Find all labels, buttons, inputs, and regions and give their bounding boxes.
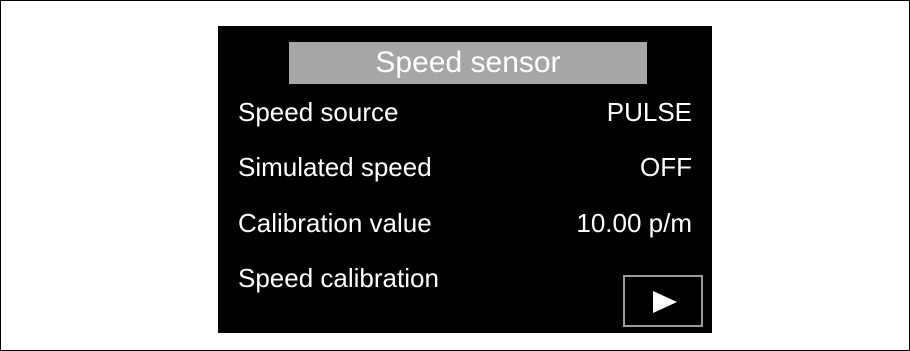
setting-row-speed-source[interactable]: Speed source PULSE <box>238 92 692 132</box>
setting-row-calibration-value[interactable]: Calibration value 10.00 p/m <box>238 203 692 243</box>
setting-label: Calibration value <box>238 208 432 238</box>
play-icon <box>653 291 677 313</box>
setting-label: Simulated speed <box>238 152 432 182</box>
setting-label: Speed source <box>238 97 399 127</box>
screen-title: Speed sensor <box>289 42 647 84</box>
setting-label: Speed calibration <box>238 263 439 293</box>
setting-value: PULSE <box>606 97 692 127</box>
setting-value: OFF <box>640 152 692 182</box>
device-screen: Speed sensor Speed source PULSE Simulate… <box>218 26 712 333</box>
setting-row-simulated-speed[interactable]: Simulated speed OFF <box>238 147 692 187</box>
speed-calibration-next-button[interactable] <box>623 275 703 327</box>
setting-value: 10.00 p/m <box>576 208 692 238</box>
outer-frame: Speed sensor Speed source PULSE Simulate… <box>0 0 910 351</box>
